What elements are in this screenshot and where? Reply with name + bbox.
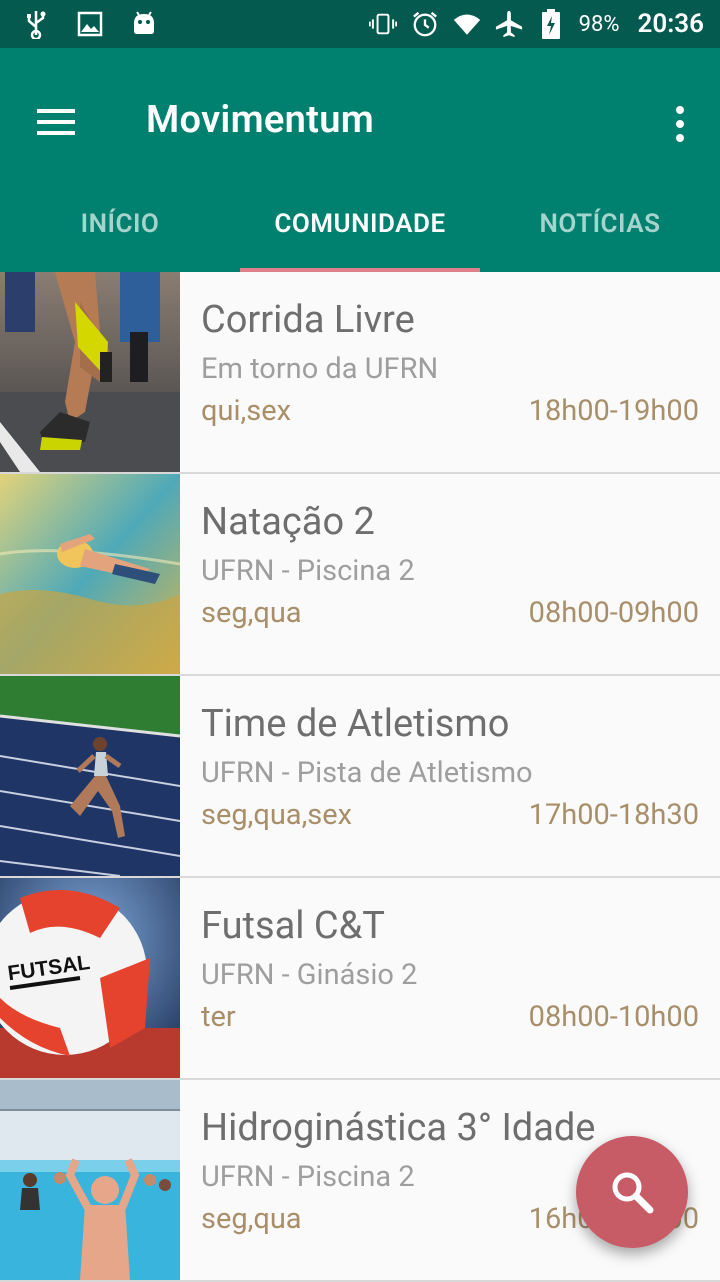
status-bar: 98% 20:36 bbox=[0, 0, 720, 48]
overflow-menu-button[interactable] bbox=[660, 96, 700, 152]
activity-title: Natação 2 bbox=[201, 500, 375, 544]
activity-time: 08h00-09h00 bbox=[528, 596, 699, 630]
activity-place: UFRN - Piscina 2 bbox=[201, 1160, 415, 1194]
usb-icon bbox=[22, 10, 50, 39]
list-item[interactable]: FUTSAL Futsal C&T UFRN - Ginásio 2 ter 0… bbox=[0, 878, 720, 1080]
list-item[interactable]: Natação 2 UFRN - Piscina 2 seg,qua 08h00… bbox=[0, 474, 720, 676]
tab-inicio[interactable]: INÍCIO bbox=[0, 176, 240, 272]
tab-bar: INÍCIO COMUNIDADE NOTÍCIAS bbox=[0, 176, 720, 272]
app-title: Movimentum bbox=[146, 98, 375, 142]
activity-place: Em torno da UFRN bbox=[201, 352, 439, 386]
vibrate-icon bbox=[368, 10, 397, 38]
activity-time: 17h00-18h30 bbox=[528, 798, 699, 832]
search-fab[interactable] bbox=[576, 1136, 688, 1248]
wifi-icon bbox=[453, 10, 481, 38]
activity-days: ter bbox=[201, 1000, 236, 1034]
activity-place: UFRN - Piscina 2 bbox=[201, 554, 415, 588]
futsal-ball-photo: FUTSAL bbox=[0, 878, 180, 1078]
list-item[interactable]: Time de Atletismo UFRN - Pista de Atleti… bbox=[0, 676, 720, 878]
app-bar: Movimentum INÍCIO COMUNIDADE NOTÍCIAS bbox=[0, 48, 720, 272]
activity-title: Corrida Livre bbox=[201, 298, 415, 342]
activity-place: UFRN - Pista de Atletismo bbox=[201, 756, 533, 790]
activity-place: UFRN - Ginásio 2 bbox=[201, 958, 418, 992]
activity-days: seg,qua bbox=[201, 596, 302, 630]
activity-title: Hidroginástica 3° Idade bbox=[201, 1106, 596, 1150]
clock: 20:36 bbox=[637, 9, 705, 39]
activity-days: seg,qua,sex bbox=[201, 798, 353, 832]
activity-days: qui,sex bbox=[201, 394, 291, 428]
tab-comunidade[interactable]: COMUNIDADE bbox=[240, 176, 480, 272]
alarm-icon bbox=[411, 10, 439, 38]
android-icon bbox=[130, 10, 158, 38]
water-aerobics-photo bbox=[0, 1080, 180, 1280]
airplane-icon bbox=[495, 10, 523, 38]
swimming-photo bbox=[0, 474, 180, 674]
activity-title: Time de Atletismo bbox=[201, 702, 510, 746]
running-photo bbox=[0, 272, 180, 472]
tab-noticias[interactable]: NOTÍCIAS bbox=[480, 176, 720, 272]
activity-time: 18h00-19h00 bbox=[528, 394, 699, 428]
battery-charging-icon bbox=[537, 9, 565, 39]
track-athlete-photo bbox=[0, 676, 180, 876]
image-icon bbox=[76, 10, 104, 38]
battery-percent: 98% bbox=[578, 11, 620, 37]
activity-days: seg,qua bbox=[201, 1202, 302, 1236]
search-icon bbox=[612, 1172, 654, 1214]
more-vert-icon bbox=[676, 106, 684, 142]
menu-button[interactable] bbox=[24, 94, 88, 150]
list-item[interactable]: Corrida Livre Em torno da UFRN qui,sex 1… bbox=[0, 272, 720, 474]
activity-time: 08h00-10h00 bbox=[528, 1000, 699, 1034]
activity-title: Futsal C&T bbox=[201, 904, 385, 948]
hamburger-menu-icon bbox=[37, 109, 75, 135]
activity-list: Corrida Livre Em torno da UFRN qui,sex 1… bbox=[0, 272, 720, 1282]
